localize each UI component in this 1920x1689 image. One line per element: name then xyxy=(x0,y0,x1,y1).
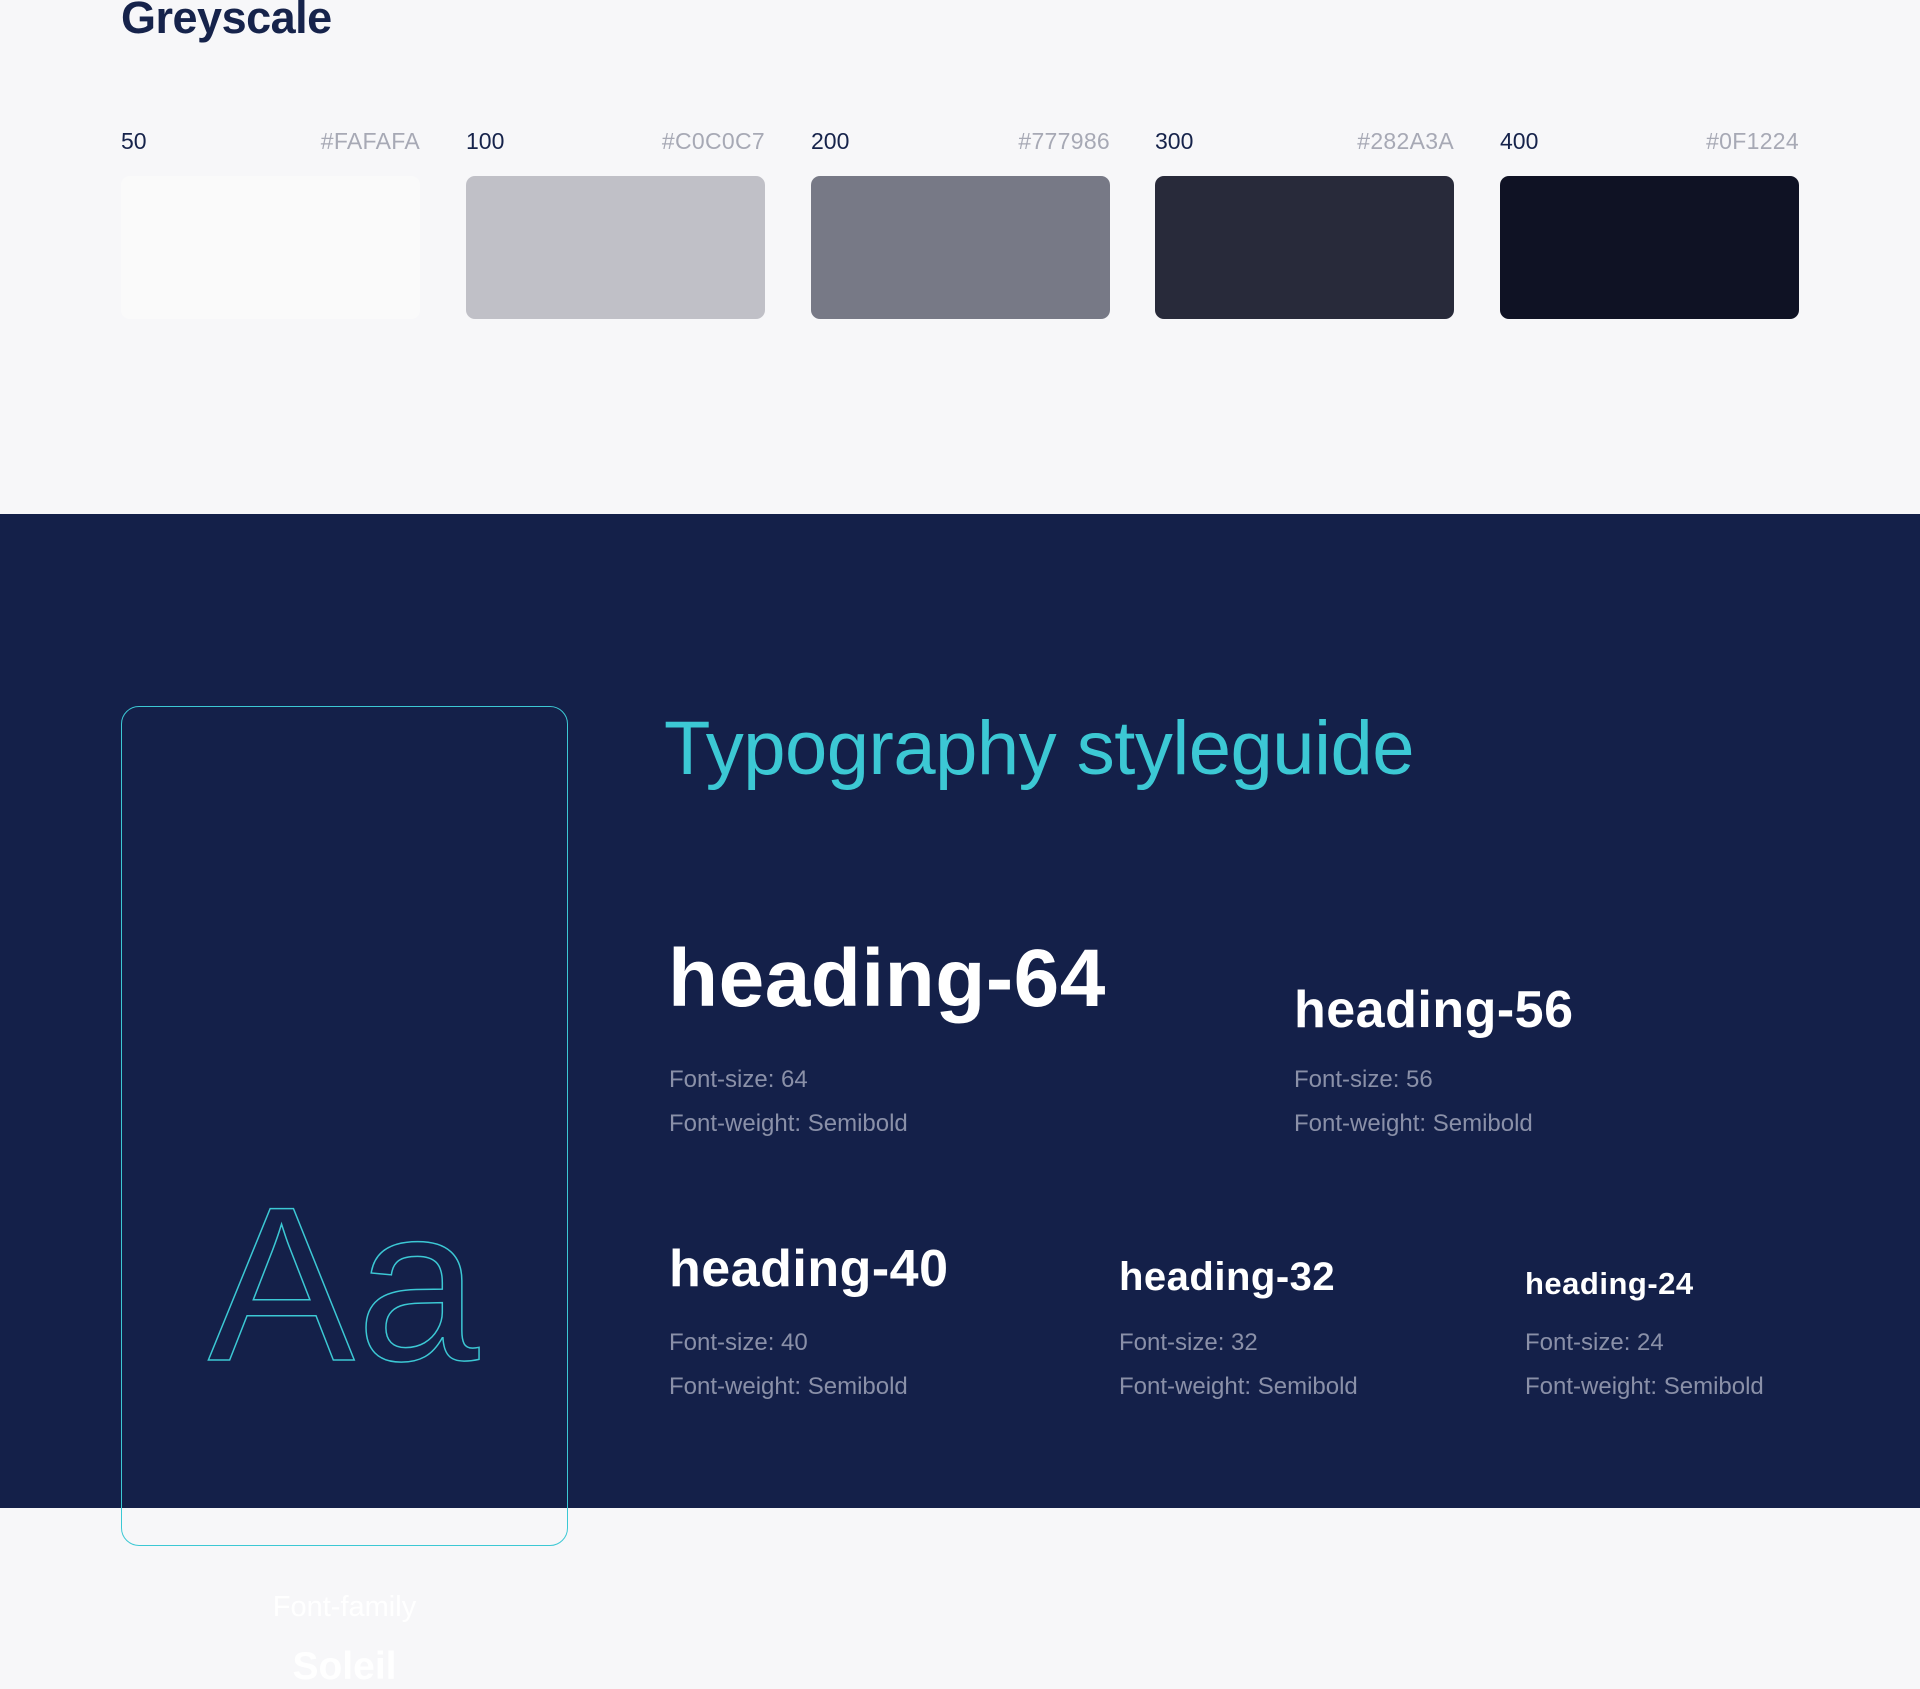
font-family-card: Aa Font-family Soleil xyxy=(121,706,568,1688)
swatch-key: 400 xyxy=(1500,128,1539,154)
swatch-color-box xyxy=(811,176,1110,319)
swatch-key: 50 xyxy=(121,128,147,154)
font-size-text: Font-size: 40 xyxy=(669,1329,808,1356)
heading-56-meta: Font-size: 56 Font-weight: Semibold xyxy=(1294,1058,1533,1146)
font-size-text: Font-size: 56 xyxy=(1294,1066,1433,1093)
typography-section: Aa Font-family Soleil Typography stylegu… xyxy=(0,514,1920,1688)
font-weight-text: Font-weight: Semibold xyxy=(1119,1373,1358,1400)
font-weight-text: Font-weight: Semibold xyxy=(669,1110,908,1137)
heading-24-meta: Font-size: 24 Font-weight: Semibold xyxy=(1525,1321,1764,1409)
swatch-color-box xyxy=(1155,176,1454,319)
swatch-hex: #FAFAFA xyxy=(320,128,420,154)
swatch-200: 200 #777986 xyxy=(811,128,1110,319)
swatch-header: 400 #0F1224 xyxy=(1500,128,1799,162)
heading-64-sample: heading-64 xyxy=(668,933,1106,1024)
swatch-300: 300 #282A3A xyxy=(1155,128,1454,319)
font-size-text: Font-size: 64 xyxy=(669,1066,808,1093)
heading-40-sample: heading-40 xyxy=(669,1240,949,1298)
swatch-hex: #0F1224 xyxy=(1706,128,1799,154)
heading-32-meta: Font-size: 32 Font-weight: Semibold xyxy=(1119,1321,1358,1409)
swatch-color-box xyxy=(121,176,420,319)
font-size-text: Font-size: 32 xyxy=(1119,1329,1258,1356)
font-weight-text: Font-weight: Semibold xyxy=(1525,1373,1764,1400)
aa-glyph-icon: Aa xyxy=(207,1161,482,1407)
swatch-key: 100 xyxy=(466,128,505,154)
swatch-50: 50 #FAFAFA xyxy=(121,128,420,319)
heading-24-sample: heading-24 xyxy=(1525,1266,1694,1301)
swatch-100: 100 #C0C0C7 xyxy=(466,128,765,319)
heading-56-sample: heading-56 xyxy=(1294,981,1574,1039)
font-weight-text: Font-weight: Semibold xyxy=(669,1373,908,1400)
swatch-hex: #282A3A xyxy=(1357,128,1454,154)
font-family-name: Soleil xyxy=(292,1645,397,1688)
swatch-color-box xyxy=(1500,176,1799,319)
greyscale-title: Greyscale xyxy=(121,0,332,43)
heading-32-sample: heading-32 xyxy=(1119,1255,1336,1299)
heading-40-meta: Font-size: 40 Font-weight: Semibold xyxy=(669,1321,908,1409)
font-size-text: Font-size: 24 xyxy=(1525,1329,1664,1356)
swatch-400: 400 #0F1224 xyxy=(1500,128,1799,319)
swatch-color-box xyxy=(466,176,765,319)
font-family-label: Font-family xyxy=(272,1591,417,1623)
swatch-hex: #C0C0C7 xyxy=(661,128,765,154)
typography-title: Typography styleguide xyxy=(664,706,1414,791)
heading-64-meta: Font-size: 64 Font-weight: Semibold xyxy=(669,1058,908,1146)
swatch-header: 200 #777986 xyxy=(811,128,1110,162)
font-weight-text: Font-weight: Semibold xyxy=(1294,1110,1533,1137)
swatch-header: 300 #282A3A xyxy=(1155,128,1454,162)
swatch-header: 50 #FAFAFA xyxy=(121,128,420,162)
swatch-key: 200 xyxy=(811,128,850,154)
swatch-header: 100 #C0C0C7 xyxy=(466,128,765,162)
greyscale-section: Greyscale 50 #FAFAFA 100 #C0C0C7 200 #77… xyxy=(0,0,1920,514)
swatch-hex: #777986 xyxy=(1018,128,1110,154)
swatch-key: 300 xyxy=(1155,128,1194,154)
